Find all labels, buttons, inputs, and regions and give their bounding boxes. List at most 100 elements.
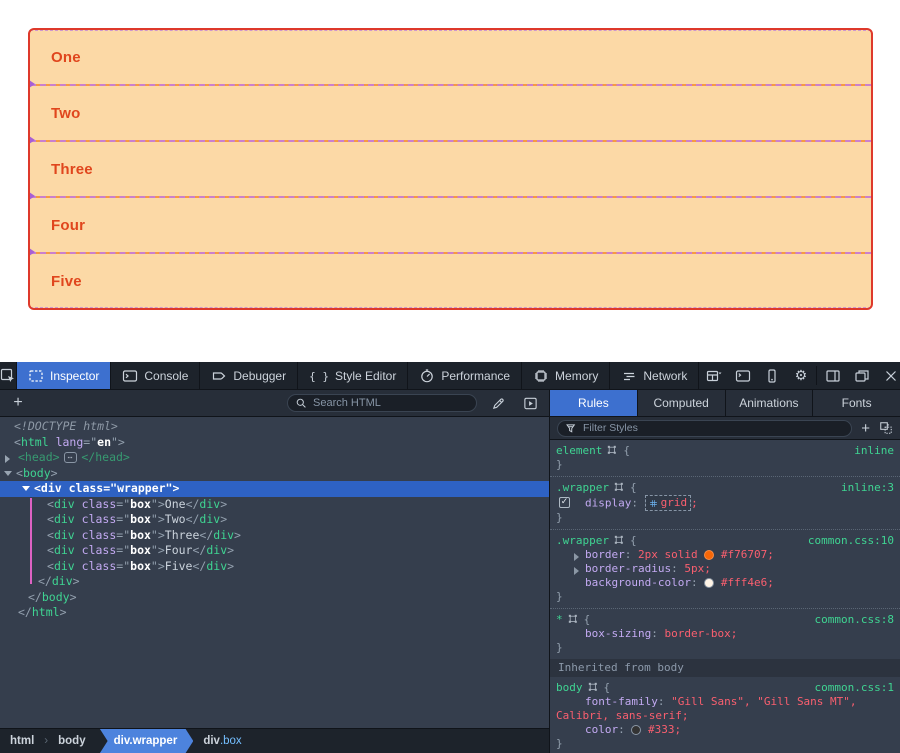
tab-network[interactable]: Network [610, 362, 699, 389]
rule-selector[interactable]: * [556, 613, 563, 626]
add-node-button[interactable]: + [8, 393, 28, 413]
play-panel-icon[interactable] [519, 396, 541, 411]
highlight-selector-icon[interactable] [607, 445, 618, 456]
rule-selector-line: common.css:1 body { [556, 681, 894, 695]
grid-wrapper: OneTwoThreeFourFive [28, 28, 873, 310]
markup-line[interactable]: <div class="wrapper"> [0, 481, 549, 497]
browser-page-content: OneTwoThreeFourFive [0, 0, 900, 362]
highlight-selector-icon[interactable] [614, 535, 625, 546]
tab-style-editor[interactable]: { }Style Editor [298, 362, 408, 389]
twisty-icon[interactable] [22, 486, 30, 491]
markup-line[interactable]: <div class="box">Five</div> [0, 559, 549, 575]
open-brace: { [630, 481, 637, 494]
class-panel-icon[interactable] [879, 421, 893, 435]
open-brace: { [604, 681, 611, 694]
filter-styles-input[interactable] [583, 422, 844, 434]
ellipsis-badge[interactable]: ⋯ [64, 452, 78, 463]
sidebar-tab-fonts[interactable]: Fonts [813, 390, 900, 416]
expand-shorthand-icon[interactable] [574, 567, 579, 575]
css-declaration[interactable]: background-color: #fff4e6; [556, 576, 894, 590]
breadcrumb-label: html [10, 735, 34, 747]
expand-shorthand-icon[interactable] [574, 553, 579, 561]
markup-line[interactable]: <div class="box">One</div> [0, 497, 549, 513]
grid-toggle-badge[interactable]: grid [645, 495, 692, 511]
tab-label: Inspector [50, 369, 99, 383]
sidebar-tab-animations[interactable]: Animations [726, 390, 814, 416]
tab-console[interactable]: Console [111, 362, 200, 389]
split-console-icon[interactable] [728, 362, 757, 389]
grid-box-row: Five [30, 252, 871, 308]
element-picker-icon[interactable] [0, 362, 17, 389]
close-icon[interactable] [876, 362, 900, 389]
markup-line[interactable]: <html lang="en"> [0, 435, 549, 451]
tab-memory[interactable]: Memory [522, 362, 610, 389]
breadcrumb-item[interactable]: body [48, 735, 95, 747]
sidebar-tab-computed[interactable]: Computed [638, 390, 726, 416]
tab-inspector[interactable]: Inspector [17, 362, 111, 389]
add-rule-icon[interactable]: + [861, 421, 870, 436]
search-html-input[interactable] [313, 397, 469, 409]
breadcrumb-label: body [58, 735, 85, 747]
color-swatch[interactable] [704, 550, 714, 560]
filter-styles-box[interactable] [557, 420, 852, 437]
search-html-box[interactable] [287, 394, 477, 412]
grid-box-row: One [30, 30, 871, 84]
highlight-selector-icon[interactable] [614, 482, 625, 493]
eyedropper-icon[interactable] [487, 396, 509, 411]
css-declaration[interactable]: color: #333; [556, 723, 894, 737]
breadcrumb-item[interactable]: div.box [193, 735, 251, 747]
markup-token: =" [116, 559, 130, 573]
markup-line[interactable]: </div> [0, 574, 549, 590]
semicolon: ; [731, 627, 738, 640]
markup-line[interactable]: <!DOCTYPE html> [0, 419, 549, 435]
breadcrumb-item[interactable]: html [0, 735, 44, 747]
markup-line[interactable]: </body> [0, 590, 549, 606]
sidebar-tab-rules[interactable]: Rules [550, 390, 638, 416]
breadcrumb-item-selected[interactable]: div.wrapper [100, 729, 194, 753]
color-swatch[interactable] [704, 578, 714, 588]
separate-window-icon[interactable] [847, 362, 876, 389]
stylesheet-link[interactable]: common.css:10 [808, 534, 894, 548]
twisty-icon[interactable] [5, 455, 10, 463]
css-declaration[interactable]: ✓display: grid; [556, 495, 894, 511]
rule-selector[interactable]: .wrapper [556, 534, 609, 547]
highlight-selector-icon[interactable] [568, 614, 579, 625]
css-declaration[interactable]: border-radius: 5px; [556, 562, 894, 576]
markup-line[interactable]: <div class="box">Two</div> [0, 512, 549, 528]
tab-debugger[interactable]: Debugger [200, 362, 298, 389]
rule-selector[interactable]: element [556, 444, 602, 457]
markup-line[interactable]: <body> [0, 466, 549, 482]
dock-side-icon[interactable] [818, 362, 847, 389]
markup-token: < [47, 543, 54, 557]
funnel-icon [565, 422, 578, 435]
markup-line[interactable]: <div class="box">Three</div> [0, 528, 549, 544]
devtools-tabbar: Inspector ConsoleDebugger{ }Style EditorP… [0, 362, 900, 390]
markup-token: div [54, 543, 75, 557]
property-name: border-radius [585, 562, 671, 575]
rule-selector[interactable]: .wrapper [556, 481, 609, 494]
markup-line[interactable]: <head>⋯</head> [0, 450, 549, 466]
stylesheet-link[interactable]: inline [854, 444, 894, 458]
markup-token: > [73, 574, 80, 588]
stylesheet-link[interactable]: common.css:1 [815, 681, 894, 695]
css-declaration[interactable]: box-sizing: border-box; [556, 627, 894, 641]
stylesheet-link[interactable]: inline:3 [841, 481, 894, 495]
property-value: #f76707 [714, 548, 767, 561]
markup-token [75, 497, 82, 511]
responsive-mode-icon[interactable] [757, 362, 786, 389]
devtools-panel: Inspector ConsoleDebugger{ }Style EditorP… [0, 362, 900, 753]
stylesheet-link[interactable]: common.css:8 [815, 613, 894, 627]
declaration-checkbox[interactable]: ✓ [559, 497, 570, 508]
tab-performance[interactable]: Performance [408, 362, 522, 389]
color-swatch[interactable] [631, 725, 641, 735]
rule-selector[interactable]: body [556, 681, 583, 694]
css-declaration[interactable]: border: 2px solid #f76707; [556, 548, 894, 562]
highlight-selector-icon[interactable] [588, 682, 599, 693]
settings-icon[interactable]: ⚙ [786, 362, 815, 389]
twisty-icon[interactable] [4, 471, 12, 476]
grid-box-label: Two [51, 105, 80, 122]
css-declaration[interactable]: font-family: "Gill Sans", "Gill Sans MT"… [556, 695, 894, 723]
markup-line[interactable]: </html> [0, 605, 549, 621]
frames-icon[interactable] [699, 362, 728, 389]
markup-line[interactable]: <div class="box">Four</div> [0, 543, 549, 559]
